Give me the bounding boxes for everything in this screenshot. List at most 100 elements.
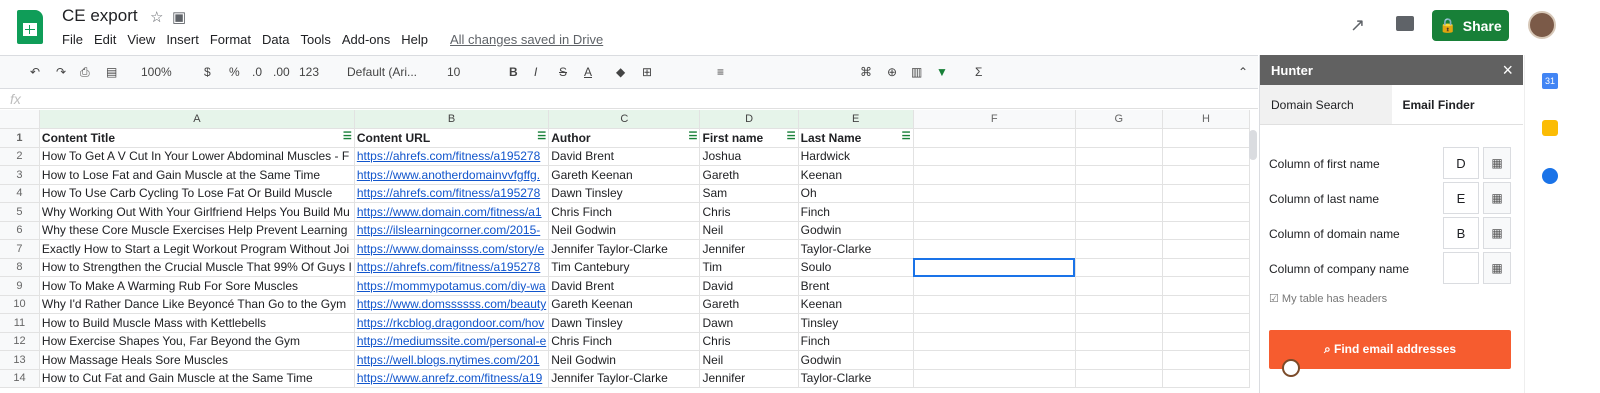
empty-cell[interactable] bbox=[913, 221, 1076, 240]
empty-cell[interactable] bbox=[1162, 202, 1250, 222]
cell[interactable]: Chris Finch bbox=[548, 332, 701, 351]
column-header-c[interactable]: C bbox=[548, 110, 701, 129]
percent-button[interactable]: % bbox=[229, 65, 240, 79]
column-header-f[interactable]: F bbox=[913, 110, 1076, 129]
number-format-select[interactable]: 123 bbox=[299, 65, 319, 79]
cell[interactable]: https://ahrefs.com/fitness/a195278 bbox=[354, 258, 550, 277]
cell[interactable]: Sam bbox=[699, 184, 799, 203]
cell[interactable]: https://ahrefs.com/fitness/a195278 bbox=[354, 147, 550, 166]
empty-cell[interactable] bbox=[1075, 165, 1163, 185]
empty-cell[interactable] bbox=[1075, 276, 1163, 296]
cell[interactable]: https://www.anotherdomainvvfgffg. bbox=[354, 165, 550, 185]
table-row[interactable]: 6 Why these Core Muscle Exercises Help Pr… bbox=[0, 221, 1250, 240]
cell[interactable]: How to Lose Fat and Gain Muscle at the S… bbox=[39, 165, 355, 185]
strikethrough-icon[interactable]: S bbox=[559, 65, 567, 79]
table-row[interactable]: 13 How Massage Heals Sore Muscles https://… bbox=[0, 350, 1250, 370]
header-last-name[interactable]: Last Name ☰ bbox=[798, 128, 914, 148]
vertical-scrollbar[interactable] bbox=[1249, 130, 1257, 160]
cell[interactable]: Tinsley bbox=[798, 313, 914, 333]
currency-button[interactable]: $ bbox=[204, 65, 211, 79]
cell[interactable]: Godwin bbox=[798, 350, 914, 370]
print-icon[interactable]: ⎙ bbox=[80, 65, 90, 80]
table-row[interactable]: 7 Exactly How to Start a Legit Workout Pr… bbox=[0, 239, 1250, 259]
empty-cell[interactable] bbox=[1162, 239, 1250, 259]
header-author[interactable]: Author ☰ bbox=[548, 128, 701, 148]
empty-cell[interactable] bbox=[913, 202, 1076, 222]
empty-cell[interactable] bbox=[1162, 221, 1250, 240]
borders-icon[interactable]: ⊞ bbox=[642, 65, 652, 79]
cell[interactable]: Neil Godwin bbox=[548, 221, 701, 240]
comment-icon[interactable] bbox=[1396, 16, 1414, 31]
cell[interactable]: Jennifer bbox=[699, 239, 799, 259]
activity-trend-icon[interactable]: ↗ bbox=[1350, 15, 1365, 36]
cell[interactable]: Oh bbox=[798, 184, 914, 203]
menu-format[interactable]: Format bbox=[210, 32, 251, 47]
cell[interactable]: Chris bbox=[699, 202, 799, 222]
cell[interactable]: Tim Cantebury bbox=[548, 258, 701, 277]
empty-cell[interactable] bbox=[913, 350, 1076, 370]
tasks-icon[interactable] bbox=[1542, 168, 1558, 184]
tab-domain-search[interactable]: Domain Search bbox=[1260, 85, 1392, 124]
cell[interactable]: How to Build Muscle Mass with Kettlebell… bbox=[39, 313, 355, 333]
bold-icon[interactable]: B bbox=[509, 65, 518, 79]
chart-icon[interactable]: ▥ bbox=[911, 65, 922, 79]
decrease-decimal-button[interactable]: .0 bbox=[252, 65, 262, 79]
filter-icon[interactable]: ▼ bbox=[936, 65, 948, 79]
cell[interactable]: https://www.domssssss.com/beauty bbox=[354, 295, 550, 314]
undo-icon[interactable]: ↶ bbox=[30, 65, 40, 79]
empty-cell[interactable] bbox=[1075, 221, 1163, 240]
cell[interactable]: Chris Finch bbox=[548, 202, 701, 222]
table-row[interactable]: 9 How To Make A Warming Rub For Sore Musc… bbox=[0, 276, 1250, 296]
menu-edit[interactable]: Edit bbox=[94, 32, 116, 47]
link-icon[interactable]: ⌘ bbox=[860, 65, 872, 79]
cell[interactable]: Why Working Out With Your Girlfriend Hel… bbox=[39, 202, 355, 222]
cell[interactable]: Chris bbox=[699, 332, 799, 351]
empty-cell[interactable] bbox=[913, 258, 1076, 277]
cell[interactable]: https://www.domainsss.com/story/e bbox=[354, 239, 550, 259]
save-status[interactable]: All changes saved in Drive bbox=[450, 32, 603, 47]
cell[interactable]: How To Get A V Cut In Your Lower Abdomin… bbox=[39, 147, 355, 166]
empty-cell[interactable] bbox=[1075, 332, 1163, 351]
menu-help[interactable]: Help bbox=[401, 32, 428, 47]
menu-view[interactable]: View bbox=[127, 32, 155, 47]
table-row[interactable]: 2 How To Get A V Cut In Your Lower Abdomi… bbox=[0, 147, 1250, 166]
cell[interactable]: https://www.domain.com/fitness/a1 bbox=[354, 202, 550, 222]
cell[interactable]: Exactly How to Start a Legit Workout Pro… bbox=[39, 239, 355, 259]
cell[interactable]: https://well.blogs.nytimes.com/201 bbox=[354, 350, 550, 370]
header-content-title[interactable]: Content Title ☰ bbox=[39, 128, 355, 148]
paint-format-icon[interactable]: ▤ bbox=[106, 65, 117, 79]
collapse-toolbar-icon[interactable]: ⌃ bbox=[1238, 65, 1248, 79]
share-button[interactable]: 🔒 Share bbox=[1432, 10, 1509, 41]
column-header-a[interactable]: A bbox=[39, 110, 355, 129]
empty-cell[interactable] bbox=[1162, 350, 1250, 370]
header-content-url[interactable]: Content URL ☰ bbox=[354, 128, 550, 148]
column-header-b[interactable]: B bbox=[354, 110, 550, 129]
empty-cell[interactable] bbox=[1075, 313, 1163, 333]
column-header-g[interactable]: G bbox=[1075, 110, 1163, 129]
empty-cell[interactable] bbox=[1162, 165, 1250, 185]
column-header-e[interactable]: E bbox=[798, 110, 914, 129]
empty-cell[interactable] bbox=[1075, 258, 1163, 277]
cell[interactable]: Why these Core Muscle Exercises Help Pre… bbox=[39, 221, 355, 240]
column-header-h[interactable]: H bbox=[1162, 110, 1250, 129]
cell[interactable]: Jennifer Taylor-Clarke bbox=[548, 239, 701, 259]
empty-cell[interactable] bbox=[1162, 184, 1250, 203]
menu-file[interactable]: File bbox=[62, 32, 83, 47]
cell[interactable]: Hardwick bbox=[798, 147, 914, 166]
cell[interactable]: Jennifer bbox=[699, 369, 799, 388]
cell[interactable]: How To Make A Warming Rub For Sore Muscl… bbox=[39, 276, 355, 296]
cell[interactable]: Dawn Tinsley bbox=[548, 184, 701, 203]
cell[interactable]: David Brent bbox=[548, 147, 701, 166]
grid-select-icon[interactable]: ▦ bbox=[1483, 252, 1511, 284]
empty-cell[interactable] bbox=[913, 295, 1076, 314]
close-icon[interactable]: × bbox=[1502, 60, 1513, 81]
keep-icon[interactable] bbox=[1542, 120, 1558, 136]
cell[interactable]: How Exercise Shapes You, Far Beyond the … bbox=[39, 332, 355, 351]
cell[interactable]: David bbox=[699, 276, 799, 296]
menu-data[interactable]: Data bbox=[262, 32, 289, 47]
cell[interactable]: https://www.anrefz.com/fitness/a19 bbox=[354, 369, 550, 388]
empty-cell[interactable] bbox=[913, 332, 1076, 351]
italic-icon[interactable]: I bbox=[534, 65, 537, 79]
empty-cell[interactable] bbox=[913, 239, 1076, 259]
calendar-icon[interactable]: 31 bbox=[1542, 73, 1558, 89]
